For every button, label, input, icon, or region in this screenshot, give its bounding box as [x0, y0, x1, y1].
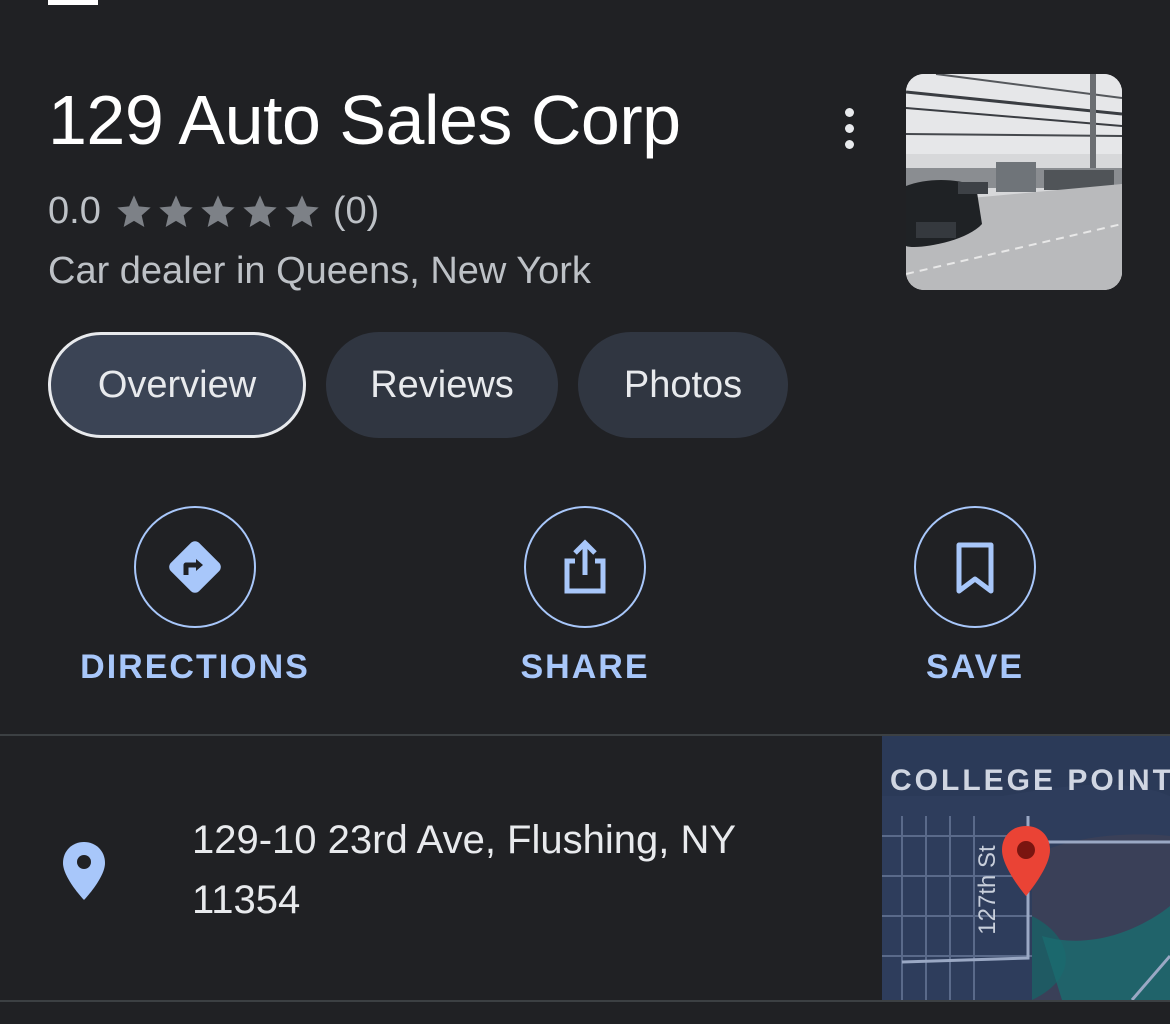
- map-area-label: COLLEGE POINT: [890, 764, 1170, 797]
- address-text: 129-10 23rd Ave, Flushing, NY 11354: [192, 818, 736, 922]
- location-pin-icon: [60, 840, 108, 907]
- rating-value: 0.0: [48, 190, 101, 232]
- rating-stars: [113, 192, 323, 232]
- save-label: SAVE: [925, 648, 1025, 686]
- street-photo-image: [906, 74, 1122, 290]
- share-label: SHARE: [520, 648, 650, 686]
- place-category: Car dealer in Queens, New York: [48, 250, 591, 292]
- directions-button[interactable]: DIRECTIONS: [55, 506, 335, 687]
- more-options-button[interactable]: [826, 100, 872, 156]
- save-circle: [914, 506, 1036, 628]
- tab-overview[interactable]: Overview: [48, 332, 306, 438]
- tab-photos[interactable]: Photos: [578, 332, 788, 438]
- star-icon: [201, 194, 235, 227]
- share-button[interactable]: SHARE: [445, 506, 725, 687]
- section-divider-bottom: [0, 1000, 1170, 1002]
- directions-circle: [134, 506, 256, 628]
- action-buttons-row: DIRECTIONS SHARE SAVE: [0, 506, 1170, 706]
- place-details-panel: 129 Auto Sales Corp 0.0 (0) Car dealer i…: [0, 0, 1170, 1024]
- tab-reviews[interactable]: Reviews: [326, 332, 558, 438]
- share-circle: [524, 506, 646, 628]
- review-count: (0): [332, 190, 380, 232]
- star-icon: [285, 194, 319, 227]
- map-preview[interactable]: COLLEGE POINT: [882, 736, 1170, 1000]
- place-title: 129 Auto Sales Corp: [48, 81, 681, 159]
- star-icon: [117, 194, 151, 227]
- place-tabs: Overview Reviews Photos: [48, 332, 788, 438]
- directions-icon: [169, 541, 221, 593]
- star-icon: [243, 194, 277, 227]
- share-icon: [564, 539, 606, 594]
- save-button[interactable]: SAVE: [835, 506, 1115, 687]
- top-edge-marker: [48, 0, 98, 5]
- map-street-label: 127th St: [974, 845, 1001, 935]
- rating-row[interactable]: 0.0 (0): [48, 190, 379, 233]
- bookmark-icon: [956, 542, 994, 594]
- star-icon: [159, 194, 193, 227]
- more-vert-icon: [844, 107, 854, 117]
- directions-label: DIRECTIONS: [80, 648, 310, 686]
- place-photo-thumbnail[interactable]: [906, 74, 1122, 290]
